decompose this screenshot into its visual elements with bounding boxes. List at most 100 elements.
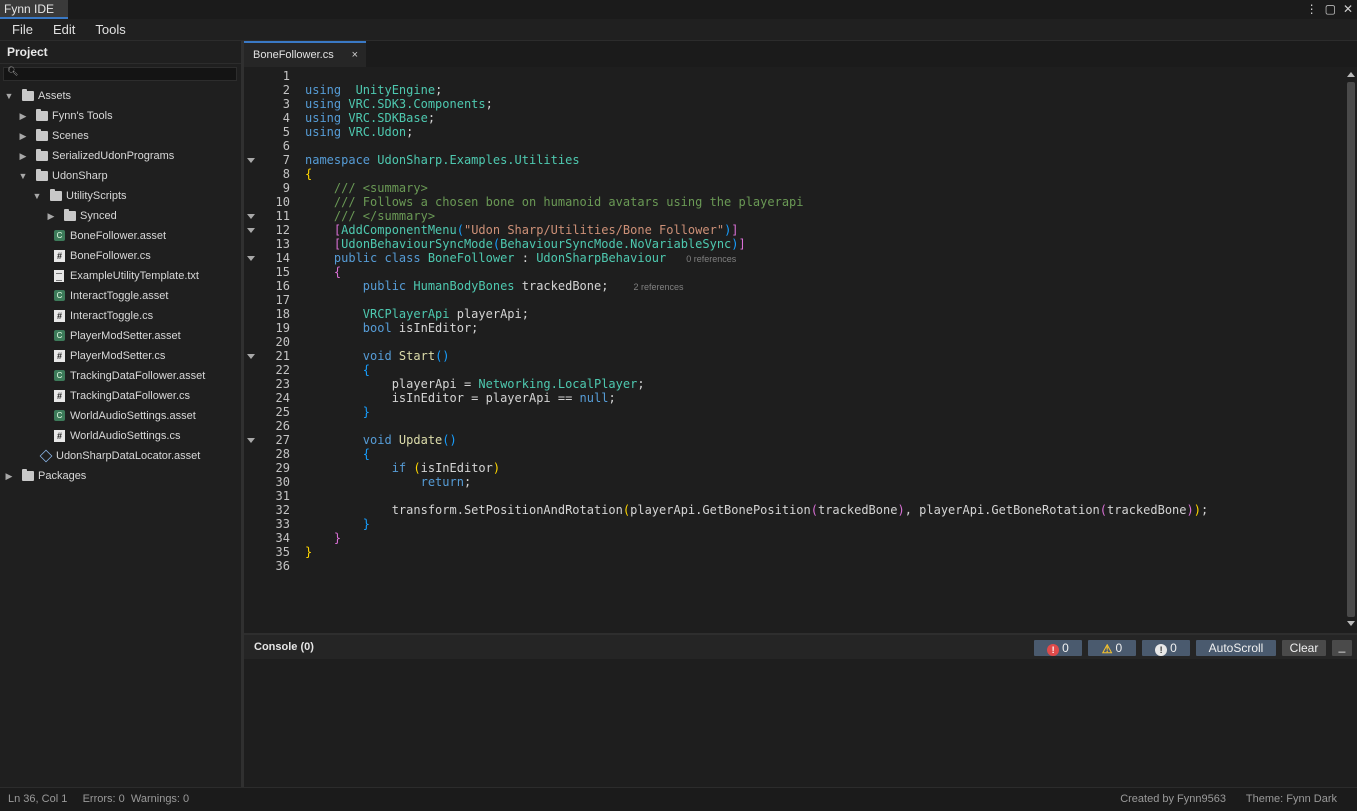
collapse-arrow-icon[interactable]: ▶ <box>18 146 28 166</box>
code-line: if (isInEditor) <box>305 461 501 475</box>
fold-toggle-icon[interactable] <box>247 438 255 443</box>
project-tree: ▼ Assets ▶ Fynn's Tools ▶ Scenes ▶ SerializedUd… <box>0 86 241 486</box>
tree-item-label: UdonSharp <box>52 170 108 182</box>
csharp-file-icon: # <box>54 390 65 402</box>
code-line: void Start() <box>305 349 450 363</box>
csharp-file-icon: # <box>54 250 65 262</box>
code-editor[interactable]: 1 2 3 4 5 6 7 8 9 10 11 12 13 14 15 16 17 18 19 20 21 22 23 24 2… <box>244 67 1357 630</box>
minimize-console-button[interactable]: _ <box>1332 640 1352 656</box>
line-number: 2 <box>282 83 290 97</box>
tree-item-label: UtilityScripts <box>66 190 127 202</box>
folder-icon <box>22 89 34 101</box>
expand-arrow-icon[interactable]: ▼ <box>4 86 14 106</box>
fold-toggle-icon[interactable] <box>247 158 255 163</box>
project-search-input[interactable]: 🔍︎ <box>3 66 237 81</box>
tree-item[interactable]: C PlayerModSetter.asset <box>0 326 241 346</box>
console-output[interactable] <box>244 659 1357 787</box>
line-number: 13 <box>275 237 290 251</box>
expand-arrow-icon[interactable]: ▼ <box>18 166 28 186</box>
tree-item-label: Scenes <box>52 130 89 142</box>
tree-item[interactable]: ▶ Fynn's Tools <box>0 106 241 126</box>
collapse-arrow-icon[interactable]: ▶ <box>4 466 14 486</box>
menu-edit[interactable]: Edit <box>41 19 83 40</box>
fold-toggle-icon[interactable] <box>247 354 255 359</box>
menu-tools[interactable]: Tools <box>83 19 133 40</box>
tree-item[interactable]: ExampleUtilityTemplate.txt <box>0 266 241 286</box>
autoscroll-button[interactable]: AutoScroll <box>1196 640 1276 656</box>
udon-asset-icon: C <box>54 330 65 341</box>
tab-label: BoneFollower.cs <box>253 49 334 61</box>
tree-item[interactable]: # InteractToggle.cs <box>0 306 241 326</box>
line-number: 25 <box>275 405 290 419</box>
code-line: transform.SetPositionAndRotation(playerA… <box>305 503 1209 517</box>
clear-button[interactable]: Clear <box>1282 640 1326 656</box>
udon-asset-icon: C <box>54 290 65 301</box>
folder-icon <box>36 129 48 141</box>
warnings-filter-button[interactable]: ⚠ 0 <box>1088 640 1136 656</box>
line-number: 29 <box>275 461 290 475</box>
line-number: 22 <box>275 363 290 377</box>
scrollbar-thumb[interactable] <box>1347 82 1355 617</box>
menu-file[interactable]: File <box>0 19 41 40</box>
tree-item[interactable]: ▶ SerializedUdonPrograms <box>0 146 241 166</box>
fold-toggle-icon[interactable] <box>247 228 255 233</box>
tree-item-label: TrackingDataFollower.asset <box>70 370 206 382</box>
tree-item[interactable]: C InteractToggle.asset <box>0 286 241 306</box>
folder-icon <box>36 109 48 121</box>
folder-icon <box>36 169 48 181</box>
tree-item[interactable]: ▶ Packages <box>0 466 241 486</box>
tree-item[interactable]: UdonSharpDataLocator.asset <box>0 446 241 466</box>
expand-arrow-icon[interactable]: ▼ <box>32 186 42 206</box>
tree-item[interactable]: ▼ Assets <box>0 86 241 106</box>
errors-count: 0 <box>1062 641 1069 655</box>
tab-close-icon[interactable]: × <box>352 43 358 67</box>
code-line: public class BoneFollower : UdonSharpBeh… <box>305 251 737 265</box>
tree-item[interactable]: ▶ Synced <box>0 206 241 226</box>
close-icon[interactable]: ✕ <box>1343 0 1353 19</box>
line-number: 26 <box>275 419 290 433</box>
text-file-icon <box>54 270 64 282</box>
more-options-icon[interactable]: ⋮ <box>1306 0 1318 19</box>
status-bar: Ln 36, Col 1 Errors: 0 Warnings: 0 Creat… <box>0 787 1357 811</box>
code-line: /// Follows a chosen bone on humanoid av… <box>305 195 804 209</box>
tree-item[interactable]: ▼ UdonSharp <box>0 166 241 186</box>
tree-item[interactable]: ▶ Scenes <box>0 126 241 146</box>
tree-item-label: SerializedUdonPrograms <box>52 150 175 162</box>
tree-item[interactable]: C TrackingDataFollower.asset <box>0 366 241 386</box>
tree-item[interactable]: ▼ UtilityScripts <box>0 186 241 206</box>
collapse-arrow-icon[interactable]: ▶ <box>46 206 56 226</box>
tree-item[interactable]: C WorldAudioSettings.asset <box>0 406 241 426</box>
tree-item[interactable]: # PlayerModSetter.cs <box>0 346 241 366</box>
tree-item[interactable]: C BoneFollower.asset <box>0 226 241 246</box>
info-filter-button[interactable]: ! 0 <box>1142 640 1190 656</box>
fold-toggle-icon[interactable] <box>247 256 255 261</box>
tree-item-label: PlayerModSetter.cs <box>70 350 166 362</box>
maximize-icon[interactable]: ▢ <box>1325 0 1336 19</box>
code-line: namespace UdonSharp.Examples.Utilities <box>305 153 580 167</box>
editor-scrollbar[interactable] <box>1345 67 1357 630</box>
scroll-up-icon[interactable] <box>1347 72 1355 77</box>
csharp-file-icon: # <box>54 350 65 362</box>
collapse-arrow-icon[interactable]: ▶ <box>18 106 28 126</box>
collapse-arrow-icon[interactable]: ▶ <box>18 126 28 146</box>
tree-item[interactable]: # TrackingDataFollower.cs <box>0 386 241 406</box>
tree-item-label: TrackingDataFollower.cs <box>70 390 191 402</box>
code-line: { <box>362 447 371 461</box>
errors-filter-button[interactable]: ! 0 <box>1034 640 1082 656</box>
tree-item[interactable]: # WorldAudioSettings.cs <box>0 426 241 446</box>
udon-asset-icon: C <box>54 230 65 241</box>
console-title: Console (0) <box>254 641 314 653</box>
code-line: { <box>362 363 371 377</box>
scroll-down-icon[interactable] <box>1347 621 1355 626</box>
tree-item[interactable]: # BoneFollower.cs <box>0 246 241 266</box>
tab-bonefollower[interactable]: BoneFollower.cs × <box>244 41 366 67</box>
line-number: 15 <box>275 265 290 279</box>
folder-icon <box>22 469 34 481</box>
udon-asset-icon: C <box>54 410 65 421</box>
code-line: [UdonBehaviourSyncMode(BehaviourSyncMode… <box>333 237 746 251</box>
tree-item-label: InteractToggle.cs <box>70 310 154 322</box>
created-by: Created by Fynn9563 <box>1120 793 1226 805</box>
cursor-status: Ln 36, Col 1 Errors: 0 Warnings: 0 <box>8 793 190 805</box>
fold-toggle-icon[interactable] <box>247 214 255 219</box>
code-line: VRCPlayerApi playerApi; <box>305 307 529 321</box>
